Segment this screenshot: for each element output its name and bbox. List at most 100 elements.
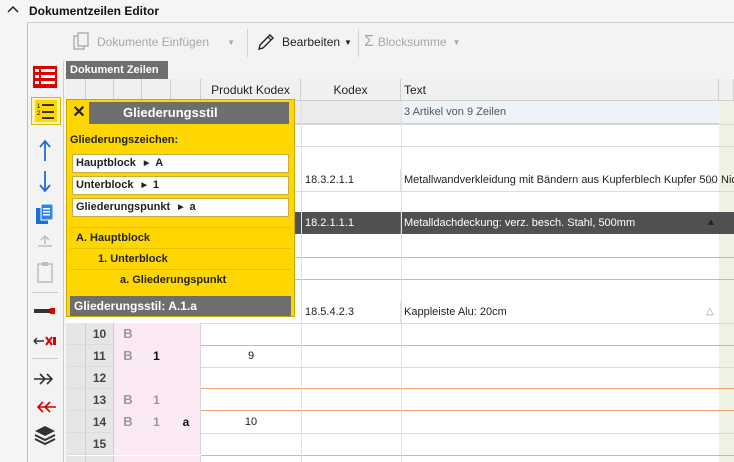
level-value[interactable]: A [155, 157, 163, 169]
row-header[interactable] [66, 389, 86, 411]
triangle-right-icon: ▶ [141, 182, 147, 189]
paste-button[interactable] [31, 259, 59, 285]
outline-chars-label: Gliederungszeichen: [70, 134, 179, 146]
panel-tab-document-lines[interactable]: Dokument Zeilen [66, 61, 168, 79]
column-header-text[interactable]: Text [401, 79, 719, 101]
row-number[interactable]: 15 [86, 433, 114, 455]
toolbar: Dokumente Einfügen ▼ Bearbeiten ▼ Σ Bloc… [28, 23, 734, 61]
outline-style-summary: Gliederungsstil: A.1.a [70, 296, 291, 316]
outline-level-cell[interactable]: B [114, 411, 142, 433]
level-row-main-block[interactable]: Hauptblock ▶ A [72, 154, 289, 173]
block-separator [201, 455, 734, 456]
product-code-cell[interactable]: 9 [201, 345, 301, 367]
row-number[interactable]: 10 [86, 323, 114, 345]
row-header[interactable] [66, 411, 86, 433]
code-cell[interactable]: 18.5.4.2.3 [301, 301, 401, 323]
level-name: Unterblock [76, 179, 134, 191]
row-header[interactable] [66, 323, 86, 345]
window-title: Dokumentzeilen Editor [29, 4, 160, 18]
row-header[interactable] [66, 345, 86, 367]
delete-line-button[interactable] [31, 328, 59, 354]
level-value[interactable]: 1 [153, 179, 159, 191]
preview-sub-block: 1. Unterblock [70, 248, 291, 269]
column-divider [401, 101, 402, 462]
popup-title: Gliederungsstil [89, 102, 289, 124]
collapse-chevron-icon[interactable] [6, 3, 20, 17]
column-divider [301, 101, 302, 462]
row-header[interactable] [66, 456, 86, 462]
copy-button[interactable] [31, 202, 59, 228]
row-number[interactable]: 12 [86, 367, 114, 389]
close-icon[interactable]: ✕ [70, 102, 88, 124]
list-view-button[interactable] [31, 64, 59, 90]
text-cell[interactable]: Metalldachdeckung: verz. besch. Stahl, 5… [401, 212, 719, 234]
row-number[interactable]: 11 [86, 345, 114, 367]
outline-level-cell[interactable]: B [114, 345, 142, 367]
numbered-list-icon: 12 [35, 100, 57, 122]
move-down-button[interactable] [31, 168, 59, 194]
edit-button[interactable]: Bearbeiten ▼ [256, 31, 352, 53]
outdent-button[interactable] [31, 394, 59, 420]
code-cell[interactable]: 18.2.1.1.1 [301, 212, 401, 234]
outline-cells [114, 367, 201, 389]
triangle-right-icon: ▶ [178, 204, 184, 211]
double-arrow-right-icon [34, 373, 54, 385]
insert-line-button[interactable] [31, 298, 59, 324]
grid-header-cell[interactable] [719, 79, 734, 101]
arrow-down-icon [39, 171, 51, 193]
layers-button[interactable] [31, 422, 59, 448]
block-sum-button[interactable]: Σ Blocksumme ▼ [364, 31, 461, 53]
text-cell[interactable]: Kappleiste Alu: 20cm [401, 301, 719, 323]
warning-triangle-icon: ▲ [706, 217, 716, 228]
product-code-cell[interactable]: 10 [201, 411, 301, 433]
grid-header-cell[interactable] [114, 79, 142, 101]
level-row-outline-point[interactable]: Gliederungspunkt ▶ a [72, 198, 289, 217]
layers-icon [34, 426, 56, 446]
row-number[interactable]: 13 [86, 389, 114, 411]
row-separator [201, 323, 734, 324]
move-up-button[interactable] [31, 138, 59, 164]
paste-arrow-icon [38, 234, 52, 247]
level-row-sub-block[interactable]: Unterblock ▶ 1 [72, 176, 289, 195]
paste-below-button[interactable] [31, 233, 59, 259]
text-cell[interactable]: Metallwandverkleidung mit Bändern aus Ku… [401, 169, 719, 191]
insert-documents-button[interactable]: Dokumente Einfügen ▼ [72, 31, 235, 53]
outline-style-popup: ✕ Gliederungsstil Gliederungszeichen: Ha… [66, 99, 295, 317]
dropdown-arrow-icon[interactable]: ▼ [453, 38, 461, 47]
copy-documents-icon [73, 32, 89, 50]
grid-header-cell[interactable] [171, 79, 201, 101]
level-value[interactable]: a [190, 201, 196, 213]
dropdown-arrow-icon[interactable]: ▼ [344, 38, 352, 47]
outline-sub-cell[interactable]: 1 [142, 411, 171, 433]
outline-level-cell[interactable]: B [114, 323, 142, 345]
indent-button[interactable] [31, 366, 59, 392]
insert-documents-label: Dokumente Einfügen [97, 35, 210, 49]
block-sum-label: Blocksumme [377, 35, 447, 49]
strip-separator [32, 358, 58, 359]
dropdown-arrow-icon[interactable]: ▼ [227, 38, 235, 47]
preview-main-block: A. Hauptblock [70, 227, 291, 248]
triangle-right-icon: ▶ [143, 160, 150, 167]
outline-sub-cell[interactable]: 1 [142, 389, 171, 411]
row-separator [201, 433, 734, 434]
warning-triangle-icon: △ [706, 174, 714, 185]
warning-triangle-icon: △ [706, 306, 714, 317]
row-header[interactable] [66, 367, 86, 389]
grid-header-cell[interactable] [142, 79, 171, 101]
outline-level-cell[interactable]: B [114, 389, 142, 411]
extra-cell[interactable]: Nic [721, 169, 734, 191]
row-number[interactable]: 14 [86, 411, 114, 433]
outline-sub-cell[interactable]: 1 [142, 345, 171, 367]
left-toolstrip: 12 [28, 61, 64, 462]
tab-strip [168, 61, 734, 79]
row-header[interactable] [66, 433, 86, 455]
column-header-product-code[interactable]: Produkt Kodex [201, 79, 301, 101]
block-separator-orange [201, 388, 734, 389]
row-number[interactable] [86, 456, 114, 462]
outline-point-cell[interactable]: a [171, 411, 201, 433]
grid-header-cell[interactable] [86, 79, 114, 101]
outline-style-button[interactable]: 12 [31, 97, 61, 125]
code-cell[interactable]: 18.3.2.1.1 [301, 169, 401, 191]
column-header-code[interactable]: Kodex [301, 79, 401, 101]
row-separator [201, 367, 734, 368]
